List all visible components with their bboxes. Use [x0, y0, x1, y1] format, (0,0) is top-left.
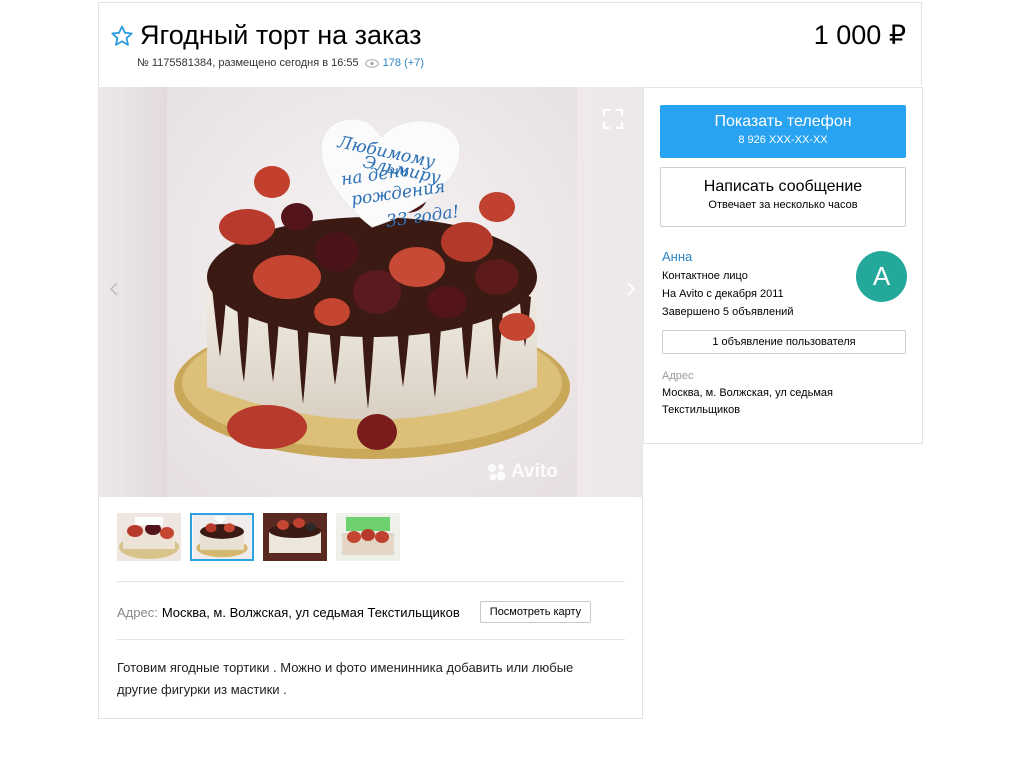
avito-logo-icon — [488, 464, 506, 481]
write-message-label: Написать сообщение — [703, 178, 863, 195]
views-count: 178 (+7) — [382, 57, 424, 69]
watermark-text: Avito — [511, 461, 558, 482]
fullscreen-icon[interactable] — [601, 107, 625, 131]
photo-gallery: Любимому Эльмиру на день рождения 33 год… — [98, 87, 643, 497]
phone-masked: 8 926 XXX-XX-XX — [738, 134, 828, 146]
sidebar-address: Адрес Москва, м. Волжская, ул седьмая Те… — [662, 368, 833, 419]
write-message-button[interactable]: Написать сообщение Отвечает за несколько… — [660, 167, 906, 227]
address-value: Москва, м. Волжская, ул седьмая Текстиль… — [161, 604, 460, 620]
ad-meta: № 1175581384, размещено сегодня в 16:55 … — [137, 57, 424, 69]
show-map-button[interactable]: Посмотреть карту — [479, 601, 592, 623]
response-time: Отвечает за несколько часов — [708, 199, 858, 211]
ad-id-date: № 1175581384, размещено сегодня в 16:55 — [137, 57, 359, 69]
thumbnail-strip — [117, 513, 400, 561]
thumbnail-3[interactable] — [263, 513, 327, 561]
show-phone-label: Показать телефон — [714, 113, 852, 130]
seller-name[interactable]: Анна — [662, 248, 793, 266]
address-row: Адрес: Москва, м. Волжская, ул седьмая Т… — [117, 601, 592, 623]
divider — [117, 581, 625, 582]
seller-completed: Завершено 5 объявлений — [662, 306, 794, 318]
show-phone-button[interactable]: Показать телефон 8 926 XXX-XX-XX — [660, 105, 906, 158]
ad-description: Готовим ягодные тортики . Можно и фото и… — [117, 660, 574, 697]
favorite-star-icon[interactable] — [110, 24, 134, 48]
seller-info: Анна Контактное лицо На Avito с декабря … — [662, 248, 793, 321]
ad-details: Адрес: Москва, м. Волжская, ул седьмая Т… — [98, 497, 643, 719]
seller-role: Контактное лицо — [662, 270, 748, 282]
avatar[interactable]: А — [856, 251, 907, 302]
prev-photo-icon[interactable] — [109, 282, 119, 296]
sidebar-address-label: Адрес — [662, 370, 694, 382]
address-label: Адрес: — [117, 604, 158, 620]
thumbnail-4[interactable] — [336, 513, 400, 561]
avito-watermark: Avito — [485, 461, 558, 483]
eye-icon — [364, 58, 379, 68]
next-photo-icon[interactable] — [626, 282, 636, 296]
ad-title: Ягодный торт на заказ — [140, 20, 422, 50]
user-ads-button[interactable]: 1 объявление пользователя — [662, 330, 906, 354]
seller-since: На Avito с декабря 2011 — [662, 288, 784, 300]
ad-price: 1 000 ₽ — [813, 20, 906, 50]
thumbnail-1[interactable] — [117, 513, 181, 561]
cake-photo[interactable]: Любимому Эльмиру на день рождения 33 год… — [167, 87, 577, 497]
seller-sidebar: Показать телефон 8 926 XXX-XX-XX Написат… — [643, 87, 923, 444]
sidebar-address-line1: Москва, м. Волжская, ул седьмая — [662, 387, 833, 399]
views-counter[interactable]: 178 (+7) — [364, 57, 424, 69]
divider — [117, 639, 625, 640]
title-row: Ягодный торт на заказ — [110, 20, 422, 51]
sidebar-address-line2: Текстильщиков — [662, 404, 741, 416]
thumbnail-2[interactable] — [190, 513, 254, 561]
